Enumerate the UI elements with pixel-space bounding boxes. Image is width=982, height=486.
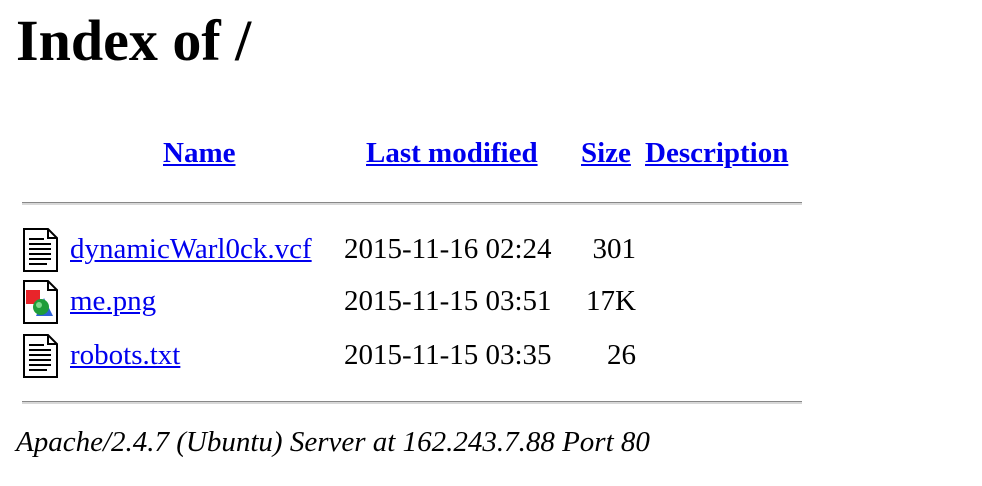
column-header-description[interactable]: Description [645, 135, 788, 171]
server-signature: Apache/2.4.7 (Ubuntu) Server at 162.243.… [16, 426, 650, 458]
file-last-modified: 2015-11-15 03:35 [344, 339, 552, 371]
column-header-size[interactable]: Size [581, 135, 631, 171]
file-link[interactable]: robots.txt [70, 337, 180, 373]
file-size: 17K [586, 285, 636, 317]
table-row: robots.txt 2015-11-15 03:35 26 [0, 333, 700, 379]
file-link[interactable]: dynamicWarl0ck.vcf [70, 231, 312, 267]
header-divider [22, 202, 802, 205]
file-size: 301 [592, 233, 637, 265]
page-title: Index of / [16, 8, 252, 73]
image-file-icon [23, 280, 58, 324]
file-link[interactable]: me.png [70, 283, 156, 319]
column-header-last-modified[interactable]: Last modified [366, 135, 538, 171]
text-file-icon [23, 228, 58, 272]
file-last-modified: 2015-11-15 03:51 [344, 285, 552, 317]
footer-divider [22, 401, 802, 404]
table-row: me.png 2015-11-15 03:51 17K [0, 279, 700, 325]
table-row: dynamicWarl0ck.vcf 2015-11-16 02:24 301 [0, 227, 700, 273]
column-header-name[interactable]: Name [163, 135, 235, 171]
file-size: 26 [607, 339, 636, 371]
file-last-modified: 2015-11-16 02:24 [344, 233, 552, 265]
text-file-icon [23, 334, 58, 378]
